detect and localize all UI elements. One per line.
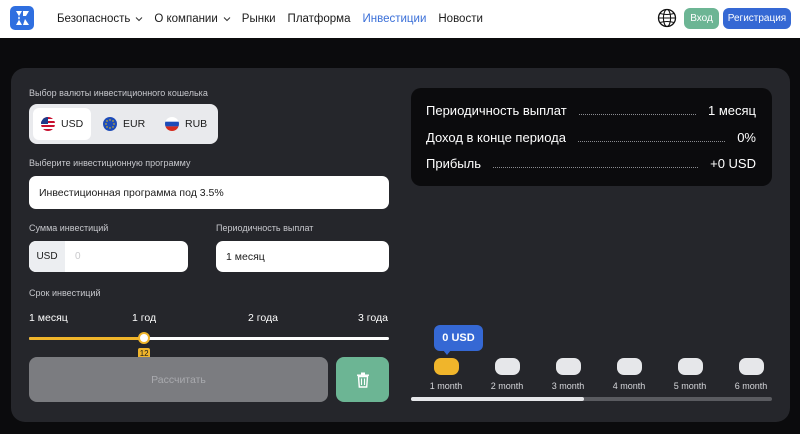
term-tick: 3 года: [358, 312, 388, 324]
chart-bar[interactable]: [617, 358, 642, 375]
result-value: +0 USD: [710, 155, 756, 171]
chart-tooltip-arrow: [443, 350, 451, 355]
dotted-leader: [578, 113, 696, 115]
nav-item-news[interactable]: Новости: [438, 13, 483, 25]
chart-month-label: 5 month: [673, 381, 707, 391]
logo-mark-icon: [16, 11, 29, 25]
result-label: Периодичность выплат: [426, 102, 567, 118]
nav-item-label: О компании: [154, 13, 218, 25]
result-value: 0%: [737, 129, 756, 145]
top-navbar: Безопасность О компании Рынки Платформа …: [0, 0, 800, 38]
program-label: Выберите инвестиционную программу: [29, 158, 191, 168]
chart-tooltip: 0 USD: [434, 325, 483, 351]
dotted-leader: [577, 140, 726, 142]
chart-month-label: 2 month: [490, 381, 524, 391]
chart-month-label: 4 month: [612, 381, 646, 391]
amount-input[interactable]: [65, 241, 188, 272]
amount-label: Сумма инвестиций: [29, 223, 109, 233]
login-button[interactable]: Вход: [684, 8, 719, 29]
result-row-profit: Прибыль +0 USD: [426, 153, 756, 173]
us-flag-icon: [41, 117, 55, 131]
currency-code: RUB: [185, 118, 208, 130]
term-tick: 2 года: [248, 312, 278, 324]
calculate-button[interactable]: Рассчитать: [29, 357, 328, 402]
term-tick: 1 месяц: [29, 312, 68, 324]
globe-icon[interactable]: [657, 8, 677, 28]
term-slider-fill: [29, 337, 145, 340]
chart-month-label: 6 month: [734, 381, 768, 391]
nav-item-investments[interactable]: Инвестиции: [363, 13, 427, 25]
main-menu: Безопасность О компании Рынки Платформа …: [57, 0, 495, 38]
result-value: 1 месяц: [708, 102, 756, 118]
currency-rub-button[interactable]: RUB: [157, 108, 215, 140]
chevron-down-icon: [135, 15, 143, 22]
chart-scrollbar-thumb[interactable]: [411, 397, 585, 401]
program-select[interactable]: Инвестиционная программа под 3.5%: [29, 176, 389, 209]
currency-label: Выбор валюты инвестиционного кошелька: [29, 88, 208, 98]
chart-bar[interactable]: [739, 358, 764, 375]
chart-bar[interactable]: [434, 358, 459, 375]
nav-item-label: Безопасность: [57, 13, 131, 25]
chart-month-label: 1 month: [429, 381, 463, 391]
brand-logo[interactable]: [10, 6, 34, 30]
chart-bar[interactable]: [678, 358, 703, 375]
chevron-down-icon: [223, 15, 231, 22]
delete-button[interactable]: [336, 357, 389, 402]
term-tick: 1 год: [132, 312, 157, 324]
nav-item-platform[interactable]: Платформа: [288, 13, 351, 25]
chart-bar[interactable]: [556, 358, 581, 375]
result-label: Прибыль: [426, 155, 481, 171]
result-label: Доход в конце периода: [426, 129, 566, 145]
term-label: Срок инвестиций: [29, 288, 101, 298]
dotted-leader: [492, 166, 699, 168]
ru-flag-icon: [165, 117, 179, 131]
result-row-income: Доход в конце периода 0%: [426, 127, 756, 147]
currency-code: EUR: [123, 118, 146, 130]
result-panel: Периодичность выплат 1 месяц Доход в кон…: [411, 88, 772, 186]
nav-item-security[interactable]: Безопасность: [57, 13, 143, 25]
trash-icon: [356, 372, 369, 388]
result-row-frequency: Периодичность выплат 1 месяц: [426, 100, 756, 120]
nav-item-markets[interactable]: Рынки: [242, 13, 276, 25]
currency-eur-button[interactable]: EUR: [95, 108, 153, 140]
currency-code: USD: [61, 118, 84, 130]
frequency-label: Периодичность выплат: [216, 223, 314, 233]
nav-item-about[interactable]: О компании: [154, 13, 231, 25]
chart-bar[interactable]: [495, 358, 520, 375]
eu-flag-icon: [103, 117, 117, 131]
amount-currency-prefix: USD: [29, 241, 65, 272]
currency-usd-button[interactable]: USD: [33, 108, 91, 140]
amount-field: USD: [29, 241, 188, 272]
currency-selector: USD EUR RUB: [29, 104, 218, 144]
frequency-select[interactable]: 1 месяц: [216, 241, 389, 272]
register-button[interactable]: Регистрация: [723, 8, 791, 29]
chart-month-label: 3 month: [551, 381, 585, 391]
